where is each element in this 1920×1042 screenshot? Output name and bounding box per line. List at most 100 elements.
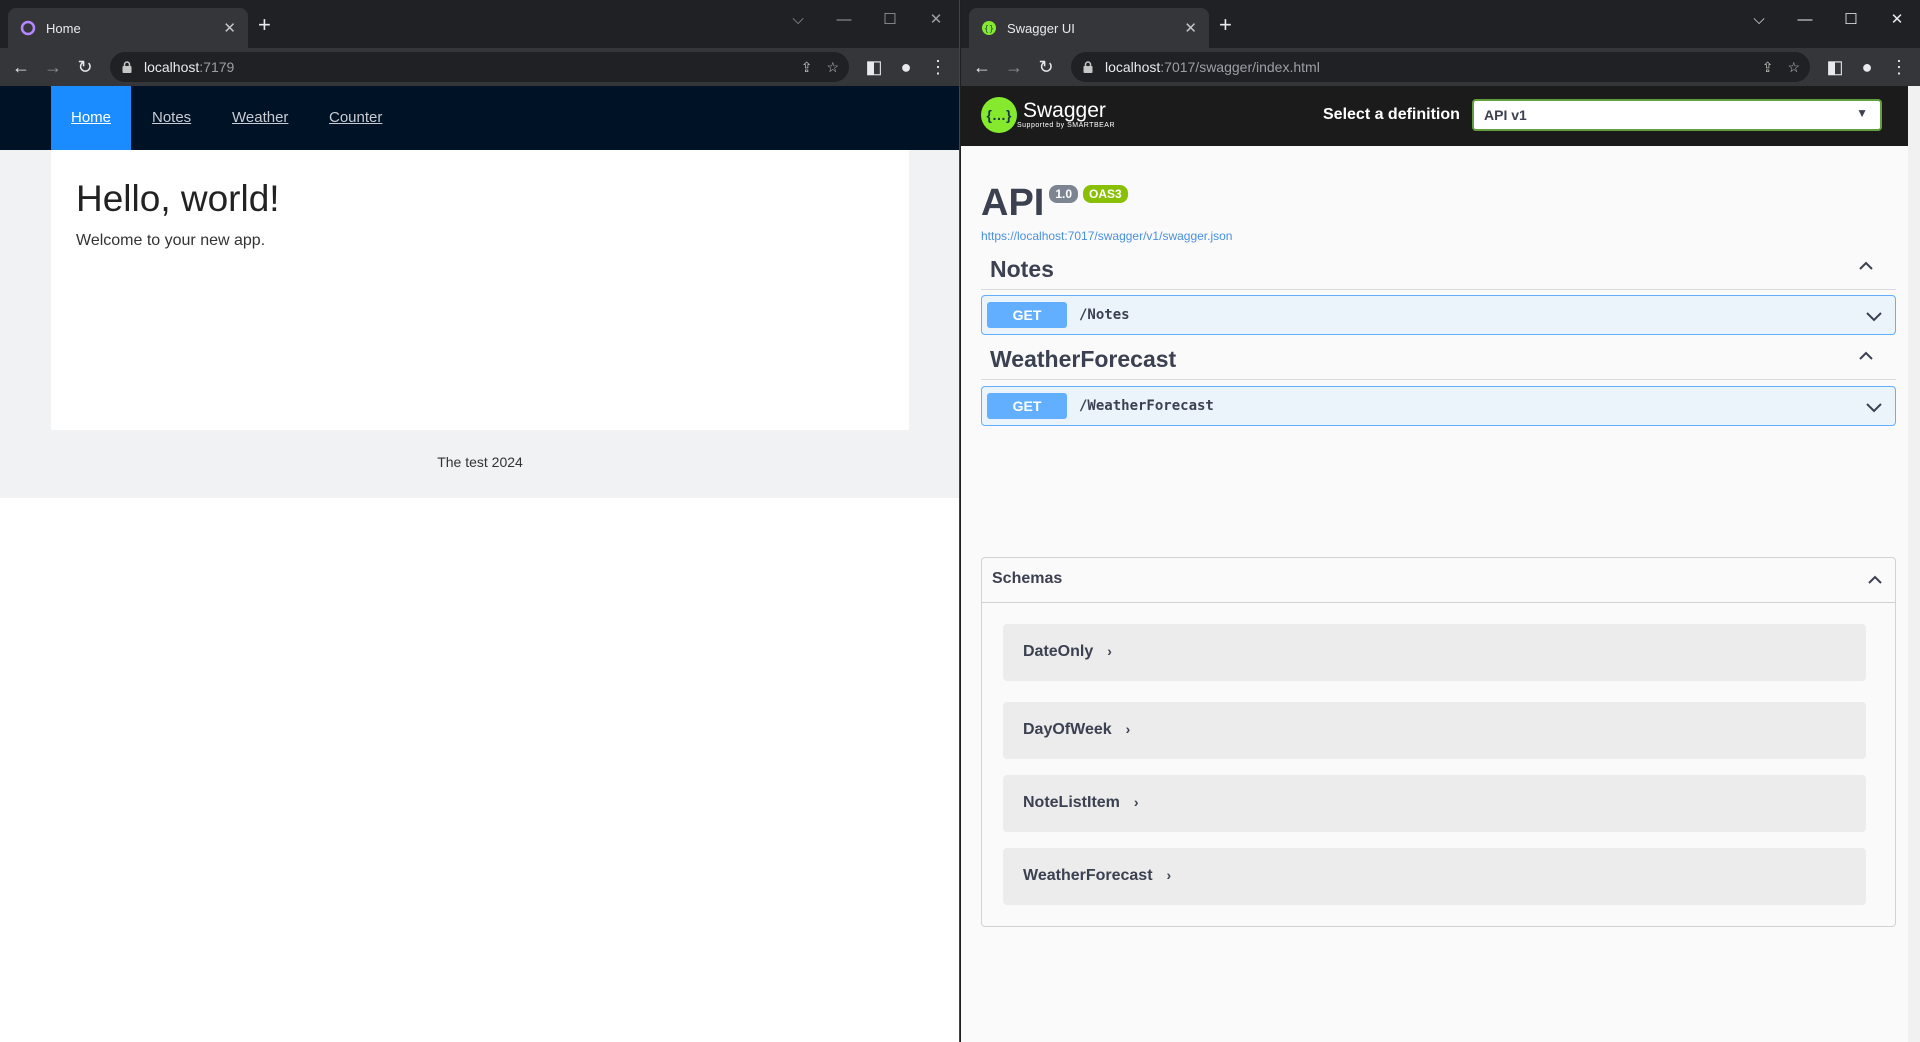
method-badge: GET (987, 302, 1067, 328)
back-icon[interactable]: ← (969, 54, 995, 80)
tag-section-notes[interactable]: Notes (981, 246, 1896, 290)
svg-text:{}: {} (984, 24, 994, 33)
oas-badge: OAS3 (1083, 185, 1128, 203)
tab-home[interactable]: Home ✕ (8, 8, 248, 48)
window-controls: ⌵ — ☐ ✕ (775, 4, 959, 34)
tab-search-icon[interactable]: ⌵ (1736, 4, 1782, 34)
blazor-favicon-icon (20, 20, 36, 36)
operation-get-notes[interactable]: GET /Notes (981, 295, 1896, 335)
schema-item[interactable]: DateOnly › (1003, 624, 1866, 681)
nav-counter[interactable]: Counter (329, 86, 382, 150)
browser-toolbar: ← → ↻ localhost:7179 ⇪ ☆ ◧ ● ⋮ (0, 48, 959, 86)
chevron-up-icon (1859, 261, 1873, 270)
close-tab-icon[interactable]: ✕ (223, 19, 236, 37)
bookmark-star-icon[interactable]: ☆ (826, 59, 839, 76)
schemas-title: Schemas (992, 570, 1063, 587)
new-tab-icon[interactable]: + (1219, 12, 1232, 38)
chevron-up-icon (1868, 575, 1882, 584)
close-tab-icon[interactable]: ✕ (1184, 19, 1197, 37)
maximize-icon[interactable]: ☐ (1828, 4, 1874, 34)
schema-item[interactable]: WeatherForecast › (1003, 848, 1866, 905)
new-tab-icon[interactable]: + (258, 12, 271, 38)
url-host: localhost (1105, 59, 1161, 75)
address-bar[interactable]: localhost:7179 ⇪ ☆ (110, 52, 849, 82)
minimize-icon[interactable]: — (1782, 4, 1828, 34)
definition-select-label: Select a definition (1323, 106, 1460, 123)
url-host: localhost (144, 59, 200, 75)
chevron-down-icon (1866, 403, 1882, 413)
forward-icon[interactable]: → (40, 54, 66, 80)
window-controls: ⌵ — ☐ ✕ (1736, 4, 1920, 34)
url-path: :7017/swagger/index.html (1160, 59, 1320, 75)
browser-toolbar: ← → ↻ localhost:7017/swagger/index.html … (961, 48, 1920, 86)
schema-name: DateOnly (1023, 643, 1094, 660)
tag-section-weatherforecast[interactable]: WeatherForecast (981, 336, 1896, 380)
side-panel-icon[interactable]: ◧ (1822, 54, 1848, 80)
chevron-up-icon (1859, 351, 1873, 360)
tab-search-icon[interactable]: ⌵ (775, 4, 821, 34)
tag-title: WeatherForecast (990, 346, 1177, 372)
share-icon[interactable]: ⇪ (801, 59, 813, 76)
chevron-right-icon: › (1166, 867, 1172, 883)
definition-select[interactable]: API v1 ▼ (1472, 99, 1882, 131)
minimize-icon[interactable]: — (821, 4, 867, 34)
chevron-right-icon: › (1107, 643, 1112, 659)
page-title: Hello, world! (76, 178, 280, 219)
nav-home[interactable]: Home (51, 86, 132, 150)
operation-get-weatherforecast[interactable]: GET /WeatherForecast (981, 386, 1896, 426)
schema-item[interactable]: NoteListItem › (1003, 775, 1866, 832)
swagger-logo-icon: {…} (981, 97, 1017, 133)
schemas-header[interactable]: Schemas (982, 558, 1895, 603)
chevron-down-icon (1866, 312, 1882, 322)
swagger-logo[interactable]: {…} Swagger Supported by SMARTBEAR (981, 97, 1115, 133)
bookmark-star-icon[interactable]: ☆ (1787, 59, 1800, 76)
maximize-icon[interactable]: ☐ (867, 4, 913, 34)
api-title: API (981, 182, 1045, 224)
swagger-logo-text: Swagger (1023, 99, 1106, 122)
schema-name: DayOfWeek (1023, 721, 1112, 738)
tab-title: Swagger UI (1007, 20, 1075, 36)
nav-notes[interactable]: Notes (152, 86, 191, 150)
tab-title: Home (46, 20, 81, 36)
schema-name: WeatherForecast (1023, 867, 1153, 884)
chevron-right-icon: › (1125, 721, 1131, 737)
app-body: Hello, world! Welcome to your new app. T… (0, 150, 959, 498)
profile-icon[interactable]: ● (1854, 54, 1880, 80)
close-window-icon[interactable]: ✕ (913, 4, 959, 34)
spec-url-link[interactable]: https://localhost:7017/swagger/v1/swagge… (981, 229, 1232, 243)
footer-text: The test 2024 (437, 454, 523, 470)
swagger-favicon-icon: {} (982, 21, 996, 35)
reload-icon[interactable]: ↻ (72, 54, 98, 80)
address-bar[interactable]: localhost:7017/swagger/index.html ⇪ ☆ (1071, 52, 1810, 82)
browser-window-right: {} Swagger UI ✕ + ⌵ — ☐ ✕ ← → ↻ localhos… (961, 0, 1920, 1042)
forward-icon[interactable]: → (1001, 54, 1027, 80)
nav-weather[interactable]: Weather (232, 86, 288, 150)
operation-path: /WeatherForecast (1079, 398, 1214, 414)
schema-name: NoteListItem (1023, 794, 1120, 811)
vertical-scrollbar[interactable] (1908, 86, 1920, 1042)
reload-icon[interactable]: ↻ (1033, 54, 1059, 80)
schema-item[interactable]: DayOfWeek › (1003, 702, 1866, 759)
profile-icon[interactable]: ● (893, 54, 919, 80)
share-icon[interactable]: ⇪ (1762, 59, 1774, 76)
schemas-section: Schemas DateOnly › DayOfWeek › NoteListIte… (981, 557, 1896, 927)
app-navbar: Home Notes Weather Counter (0, 86, 959, 150)
lock-icon (122, 61, 132, 73)
chevron-right-icon: › (1133, 794, 1139, 810)
url-path: :7179 (199, 59, 235, 75)
lock-icon (1083, 61, 1093, 73)
chevron-down-icon: ▼ (1856, 106, 1868, 120)
swagger-topbar: {…} Swagger Supported by SMARTBEAR Selec… (961, 86, 1920, 146)
menu-kebab-icon[interactable]: ⋮ (925, 54, 951, 80)
tag-title: Notes (990, 256, 1054, 282)
page-viewport: {…} Swagger Supported by SMARTBEAR Selec… (961, 86, 1920, 1042)
content-card: Hello, world! Welcome to your new app. (51, 150, 909, 430)
side-panel-icon[interactable]: ◧ (861, 54, 887, 80)
api-info: API 1.0 OAS3 https://localhost:7017/swag… (981, 182, 1232, 243)
tab-swagger[interactable]: {} Swagger UI ✕ (969, 8, 1209, 48)
menu-kebab-icon[interactable]: ⋮ (1886, 54, 1912, 80)
definition-select-value: API v1 (1484, 107, 1527, 123)
method-badge: GET (987, 393, 1067, 419)
back-icon[interactable]: ← (8, 54, 34, 80)
close-window-icon[interactable]: ✕ (1874, 4, 1920, 34)
